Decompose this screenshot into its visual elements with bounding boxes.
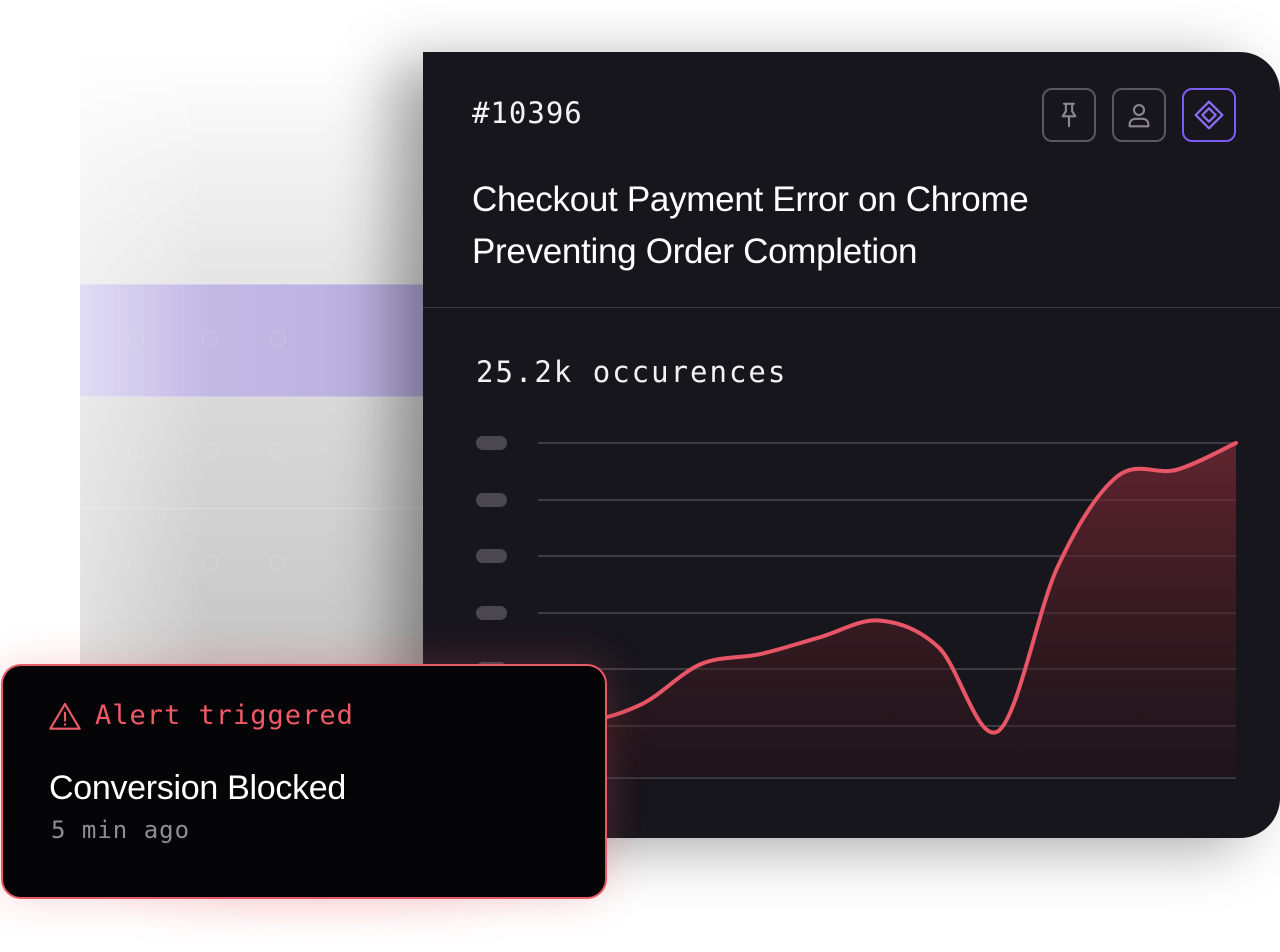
stage: #10396 Checkout Payment Error on Chrome … [0,0,1280,952]
y-tick-placeholder [476,436,507,450]
alert-label: Alert triggered [95,700,354,731]
y-tick-placeholder [476,606,507,620]
y-tick-placeholder [476,493,507,507]
alert-toast[interactable]: Alert triggered Conversion Blocked 5 min… [1,664,607,899]
alert-header: Alert triggered [49,700,354,731]
chart-y-ticks [476,436,507,676]
warning-triangle-icon [49,702,81,730]
alert-timestamp: 5 min ago [51,816,191,844]
y-tick-placeholder [476,549,507,563]
alert-title: Conversion Blocked [49,769,346,807]
